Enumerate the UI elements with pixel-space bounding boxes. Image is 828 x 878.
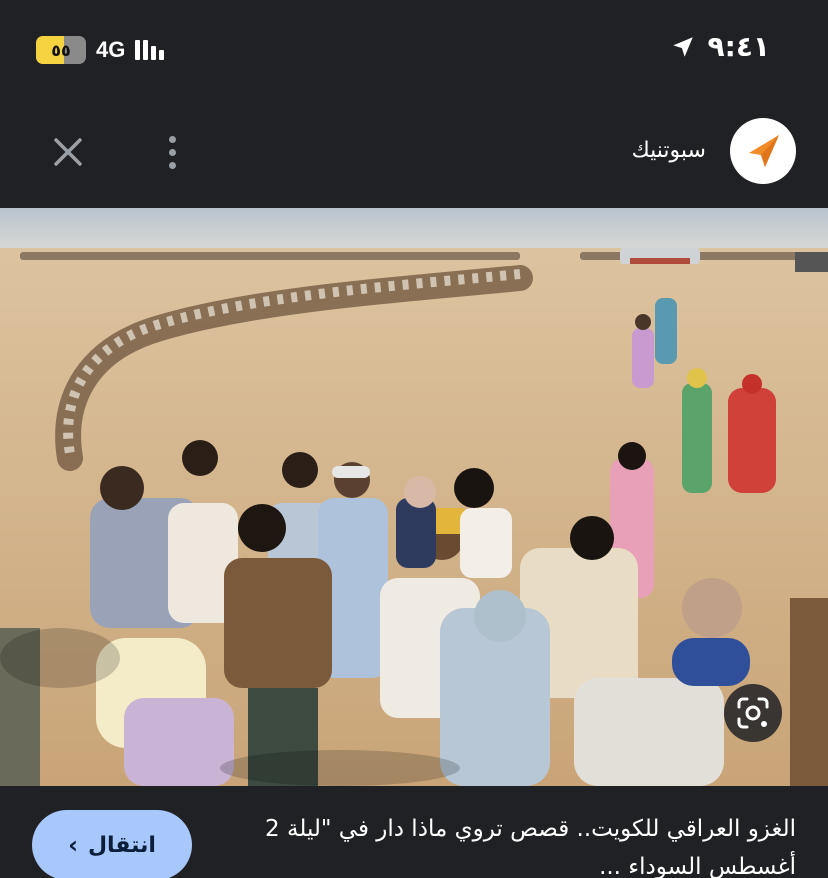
refugees-queue-photo — [0, 208, 828, 786]
visit-label: انتقال — [87, 832, 156, 858]
article-caption[interactable]: الغزو العراقي للكويت.. قصص تروي ماذا دار… — [236, 810, 796, 878]
battery-percent: ٥٥ — [51, 40, 72, 60]
network-type: 4G — [96, 37, 126, 62]
article-photo[interactable] — [0, 208, 828, 786]
google-lens-icon — [737, 697, 769, 729]
location-arrow-icon — [670, 34, 696, 60]
bottom-panel: ‹ انتقال الغزو العراقي للكويت.. قصص تروي… — [0, 786, 828, 878]
close-icon — [54, 138, 82, 166]
image-viewer-screen: ٥٥ 4G ٩:٤١ سبوتنيك ‹ انتقال الغزو العراق… — [0, 0, 828, 878]
status-left: ٥٥ 4G — [36, 34, 165, 66]
chevron-left-icon: ‹ — [68, 831, 78, 859]
viewer-header: سبوتنيك — [0, 100, 828, 208]
sputnik-logo-icon — [749, 135, 779, 167]
close-button[interactable] — [48, 132, 88, 172]
signal-icon — [135, 40, 165, 60]
visit-button[interactable]: ‹ انتقال — [32, 810, 192, 878]
more-options-button[interactable] — [158, 130, 186, 174]
clock: ٩:٤١ — [707, 30, 770, 63]
status-bar: ٥٥ 4G ٩:٤١ — [0, 0, 828, 100]
battery-indicator: ٥٥ — [36, 36, 86, 64]
publisher-name[interactable]: سبوتنيك — [632, 138, 706, 163]
status-right: ٩:٤١ — [670, 30, 770, 63]
publisher-logo[interactable] — [730, 118, 796, 184]
google-lens-button[interactable] — [724, 684, 782, 742]
more-vert-icon — [168, 135, 176, 143]
